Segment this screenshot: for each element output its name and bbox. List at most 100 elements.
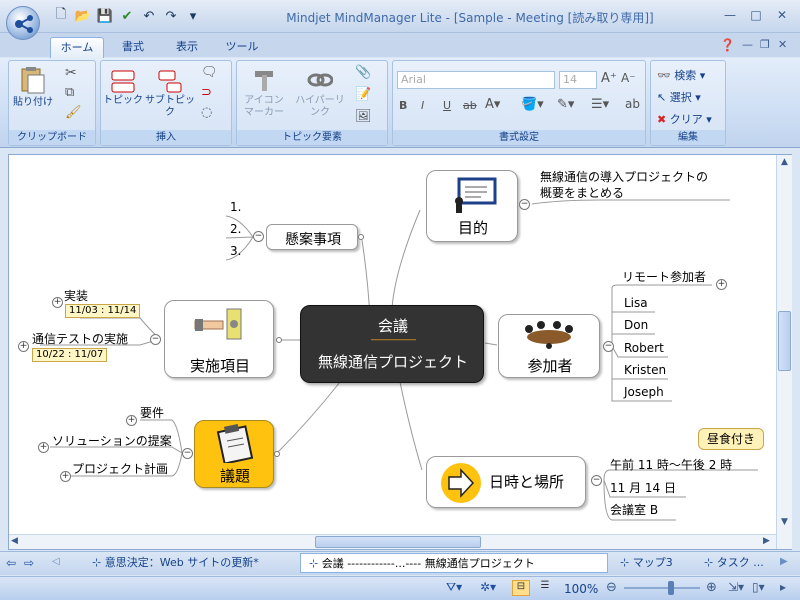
expand-agenda-item3-icon[interactable]: + [60, 471, 71, 482]
check-icon[interactable]: ✔ [118, 7, 136, 25]
doc-close-icon[interactable]: ✕ [778, 38, 787, 51]
grow-font-icon[interactable]: A⁺ [601, 71, 617, 86]
paste-button[interactable]: 貼り付け [13, 65, 53, 109]
fit-map-icon[interactable]: ⇲▾ [728, 580, 744, 594]
doc-restore-icon[interactable]: ❐ [760, 38, 770, 51]
topic-pending[interactable]: 懸案事項 [266, 224, 358, 250]
scroll-right-icon[interactable]: ▶ [763, 536, 770, 546]
doc-tab-meeting[interactable]: ⊹ 会議 ------------...---- 無線通信プロジェクト [300, 553, 608, 573]
align-icon[interactable]: ☰▾ [591, 97, 609, 112]
new-file-icon[interactable]: 🗋 [52, 7, 70, 25]
spelling-icon[interactable]: ab [625, 97, 640, 111]
clear-button[interactable]: ✖ クリア ▾ [657, 111, 712, 127]
expand-task1-icon[interactable]: + [52, 297, 63, 308]
collapse-datetime-icon[interactable]: − [591, 475, 602, 486]
zoom-slider-thumb[interactable] [668, 581, 674, 595]
zoom-slider-track[interactable] [624, 587, 700, 589]
balance-map-icon[interactable]: ✲▾ [480, 580, 496, 594]
participant-don[interactable]: Don [624, 318, 648, 332]
expand-remote-icon[interactable]: + [716, 279, 727, 290]
bold-icon[interactable]: B [399, 99, 407, 112]
font-name-field[interactable]: Arial [397, 71, 555, 89]
notes-icon[interactable]: 📝 [355, 87, 371, 102]
horizontal-scroll-thumb[interactable] [315, 536, 481, 548]
attachment-icon[interactable]: 📎 [355, 65, 371, 80]
datetime-time[interactable]: 午前 11 時～午後 2 時 [610, 456, 732, 473]
select-button[interactable]: ↖ 選択 ▾ [657, 89, 701, 105]
collapse-implementation-icon[interactable]: − [150, 334, 161, 345]
topic-button[interactable]: トピック [103, 67, 143, 107]
next-map-icon[interactable]: ⇨ [24, 556, 34, 570]
copy-icon[interactable]: ⧉ [65, 85, 74, 100]
agenda-item-solution[interactable]: ソリューションの提案 [52, 432, 172, 449]
pending-item-3[interactable]: 3. [230, 244, 241, 258]
expand-task2-icon[interactable]: + [18, 341, 29, 352]
topic-implementation[interactable]: 実施項目 [164, 300, 274, 378]
help-icon[interactable]: ❓ [720, 38, 735, 52]
shrink-font-icon[interactable]: A⁻ [621, 71, 636, 85]
font-color-icon[interactable]: A▾ [485, 97, 500, 112]
topic-agenda[interactable]: 議題 [194, 420, 274, 488]
icon-marker-button[interactable]: アイコン マーカー [239, 67, 289, 119]
horizontal-scrollbar[interactable]: ◀ ▶ [9, 534, 776, 549]
cut-icon[interactable]: ✂ [65, 65, 77, 81]
topic-purpose[interactable]: 目的 [426, 170, 518, 242]
relationship-icon[interactable]: ⊃ [201, 85, 212, 100]
tab-scroll-left-icon[interactable]: ◁ [52, 556, 60, 567]
format-painter-icon[interactable]: 🖌 [65, 105, 82, 120]
participant-lisa[interactable]: Lisa [624, 296, 648, 310]
scroll-up-icon[interactable]: ▲ [777, 157, 792, 167]
vertical-scrollbar[interactable]: ▲ ▼ [776, 155, 792, 549]
pending-item-1[interactable]: 1. [230, 200, 241, 214]
datetime-date[interactable]: 11 月 14 日 [610, 479, 676, 496]
tab-home[interactable]: ホーム [50, 37, 104, 59]
tab-view[interactable]: 表示 [162, 37, 212, 59]
map-view-icon[interactable]: ⊟ [512, 580, 530, 596]
purpose-note-line2[interactable]: 概要をまとめる [540, 184, 624, 201]
filter-icon[interactable]: ⛛▾ [446, 580, 462, 595]
scroll-left-icon[interactable]: ◀ [11, 536, 18, 546]
participant-kristen[interactable]: Kristen [624, 363, 666, 377]
vertical-scroll-thumb[interactable] [778, 311, 791, 371]
maximize-button[interactable]: □ [744, 6, 768, 24]
topic-datetime[interactable]: 日時と場所 [426, 456, 586, 508]
undo-icon[interactable]: ↶ [140, 7, 158, 25]
callout-icon[interactable]: 🗨 [201, 65, 218, 80]
hyperlink-button[interactable]: ハイパーリンク [293, 67, 347, 119]
participant-remote[interactable]: リモート参加者 [622, 268, 706, 285]
image-icon[interactable]: 🖼 [355, 109, 372, 124]
collapse-purpose-icon[interactable]: − [519, 199, 530, 210]
purpose-note-line1[interactable]: 無線通信の導入プロジェクトの [540, 168, 708, 185]
scroll-down-icon[interactable]: ▼ [777, 517, 792, 527]
topic-participants[interactable]: 参加者 [498, 314, 600, 378]
pending-item-2[interactable]: 2. [230, 222, 241, 236]
tab-scroll-right-icon[interactable]: ▶ [780, 556, 788, 567]
collapse-pending-icon[interactable]: − [253, 231, 264, 242]
outline-view-icon[interactable]: ☰ [536, 580, 554, 596]
prev-map-icon[interactable]: ⇦ [6, 556, 16, 570]
agenda-item-requirements[interactable]: 要件 [140, 404, 164, 421]
expand-agenda-item1-icon[interactable]: + [126, 415, 137, 426]
doc-tab-map3[interactable]: ⊹ マップ3 [620, 553, 700, 573]
close-button[interactable]: ✕ [770, 6, 794, 24]
strikethrough-icon[interactable]: ab [463, 99, 477, 112]
task-implementation[interactable]: 実装 [64, 287, 88, 304]
collapse-agenda-icon[interactable]: − [182, 448, 193, 459]
datetime-room[interactable]: 会議室 B [610, 501, 658, 518]
redo-icon[interactable]: ↷ [162, 7, 180, 25]
fill-color-icon[interactable]: 🪣▾ [521, 97, 544, 112]
customize-toolbar-icon[interactable]: ▾ [184, 7, 202, 25]
open-folder-icon[interactable]: 📂 [74, 7, 92, 25]
task-comm-test[interactable]: 通信テストの実施 [32, 330, 128, 347]
central-topic[interactable]: 会議 -------------------- 無線通信プロジェクト [300, 305, 484, 383]
font-size-field[interactable]: 14 [559, 71, 597, 89]
boundary-icon[interactable]: ◌ [201, 105, 212, 120]
doc-tab-decision[interactable]: ⊹ 意思決定：Web サイトの更新* [92, 553, 292, 573]
zoom-out-icon[interactable]: ⊖ [606, 580, 617, 595]
expand-agenda-item2-icon[interactable]: + [38, 442, 49, 453]
minimize-button[interactable]: — [718, 6, 742, 24]
line-color-icon[interactable]: ✎▾ [557, 97, 574, 112]
doc-tab-task[interactable]: ⊹ タスク ... [704, 553, 776, 573]
view-options-icon[interactable]: ▸ [780, 580, 786, 594]
zoom-in-icon[interactable]: ⊕ [706, 580, 717, 595]
